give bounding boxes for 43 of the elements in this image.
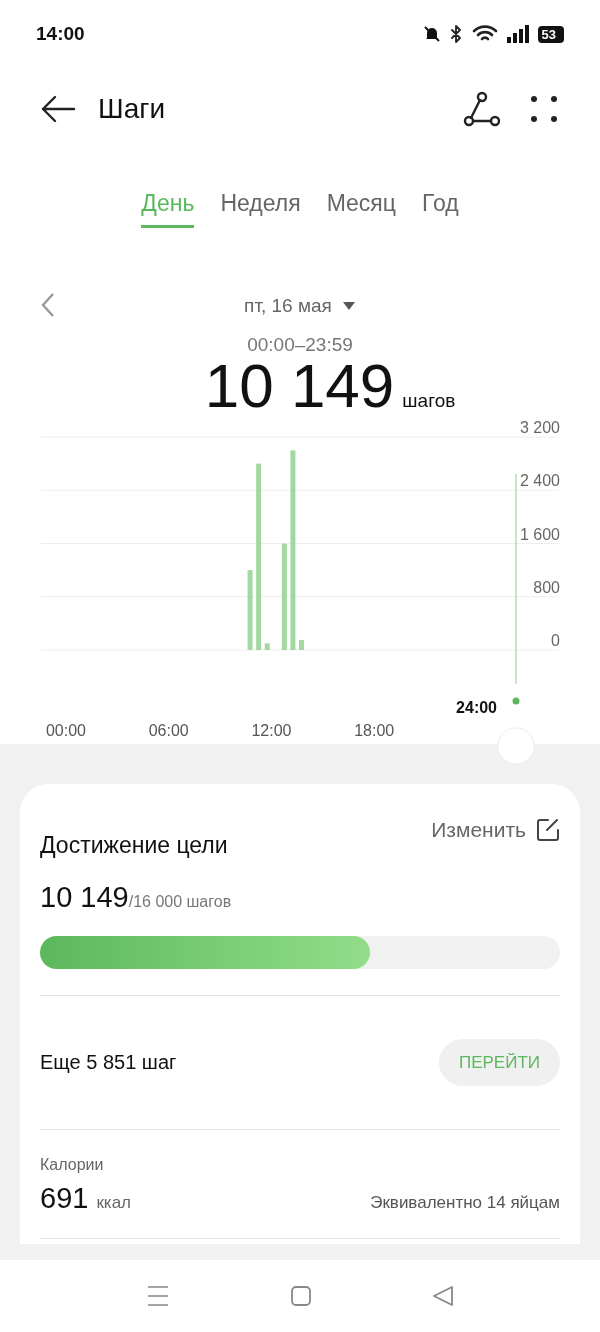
calories-value: 691 (40, 1182, 89, 1214)
period-tab[interactable]: Год (422, 186, 459, 228)
battery-level: 53 (537, 25, 564, 43)
back-arrow-icon[interactable] (40, 94, 76, 124)
home-icon[interactable] (290, 1285, 312, 1307)
x-axis-label: 06:00 (148, 722, 189, 739)
time-range: 00:00–23:59 (246, 334, 354, 357)
x-axis-label: 00:00 (46, 722, 86, 739)
edit-button[interactable]: Изменить (431, 818, 560, 842)
step-unit: шагов (402, 390, 456, 412)
step-total: 10 149 (204, 358, 395, 414)
step-bar (264, 643, 270, 650)
chevron-left-icon[interactable] (40, 292, 56, 318)
y-axis-label: 2 400 (519, 472, 560, 490)
status-time: 14:00 (36, 23, 85, 45)
x-axis-label: 18:00 (354, 722, 395, 739)
back-icon[interactable] (432, 1285, 454, 1307)
calories-unit: ккал (96, 1193, 131, 1212)
goal-progress-value: 10 149 (40, 881, 129, 914)
y-axis-label: 3 200 (519, 419, 560, 436)
remaining-steps: Еще 5 851 шаг (40, 1051, 177, 1074)
goal-target: /16 000 шагов (128, 893, 232, 911)
page-title: Шаги (98, 93, 167, 125)
period-tab[interactable]: Неделя (220, 186, 301, 228)
y-axis-label: 1 600 (519, 525, 560, 543)
x-axis-label: 12:00 (251, 722, 292, 739)
card-title: Достижение цели (40, 832, 228, 859)
period-tab[interactable]: Месяц (326, 186, 396, 228)
calories-equivalent: Эквивалентно 14 яйцам (370, 1193, 560, 1213)
dropdown-icon (341, 301, 356, 311)
y-axis-label: 0 (551, 632, 560, 649)
route-icon[interactable] (462, 89, 502, 129)
bluetooth-icon (449, 24, 464, 44)
edit-icon (536, 818, 560, 842)
calories-label: Калории (40, 1156, 105, 1174)
menu-icon[interactable] (146, 1285, 170, 1307)
y-axis-label: 800 (533, 578, 560, 596)
date-selector[interactable]: пт, 16 мая (244, 295, 356, 317)
muted-bell-icon (421, 24, 442, 44)
cursor-dot (512, 697, 520, 705)
cursor-time: 24:00 (456, 699, 497, 716)
step-bar (298, 640, 304, 650)
signal-icon (505, 24, 530, 44)
